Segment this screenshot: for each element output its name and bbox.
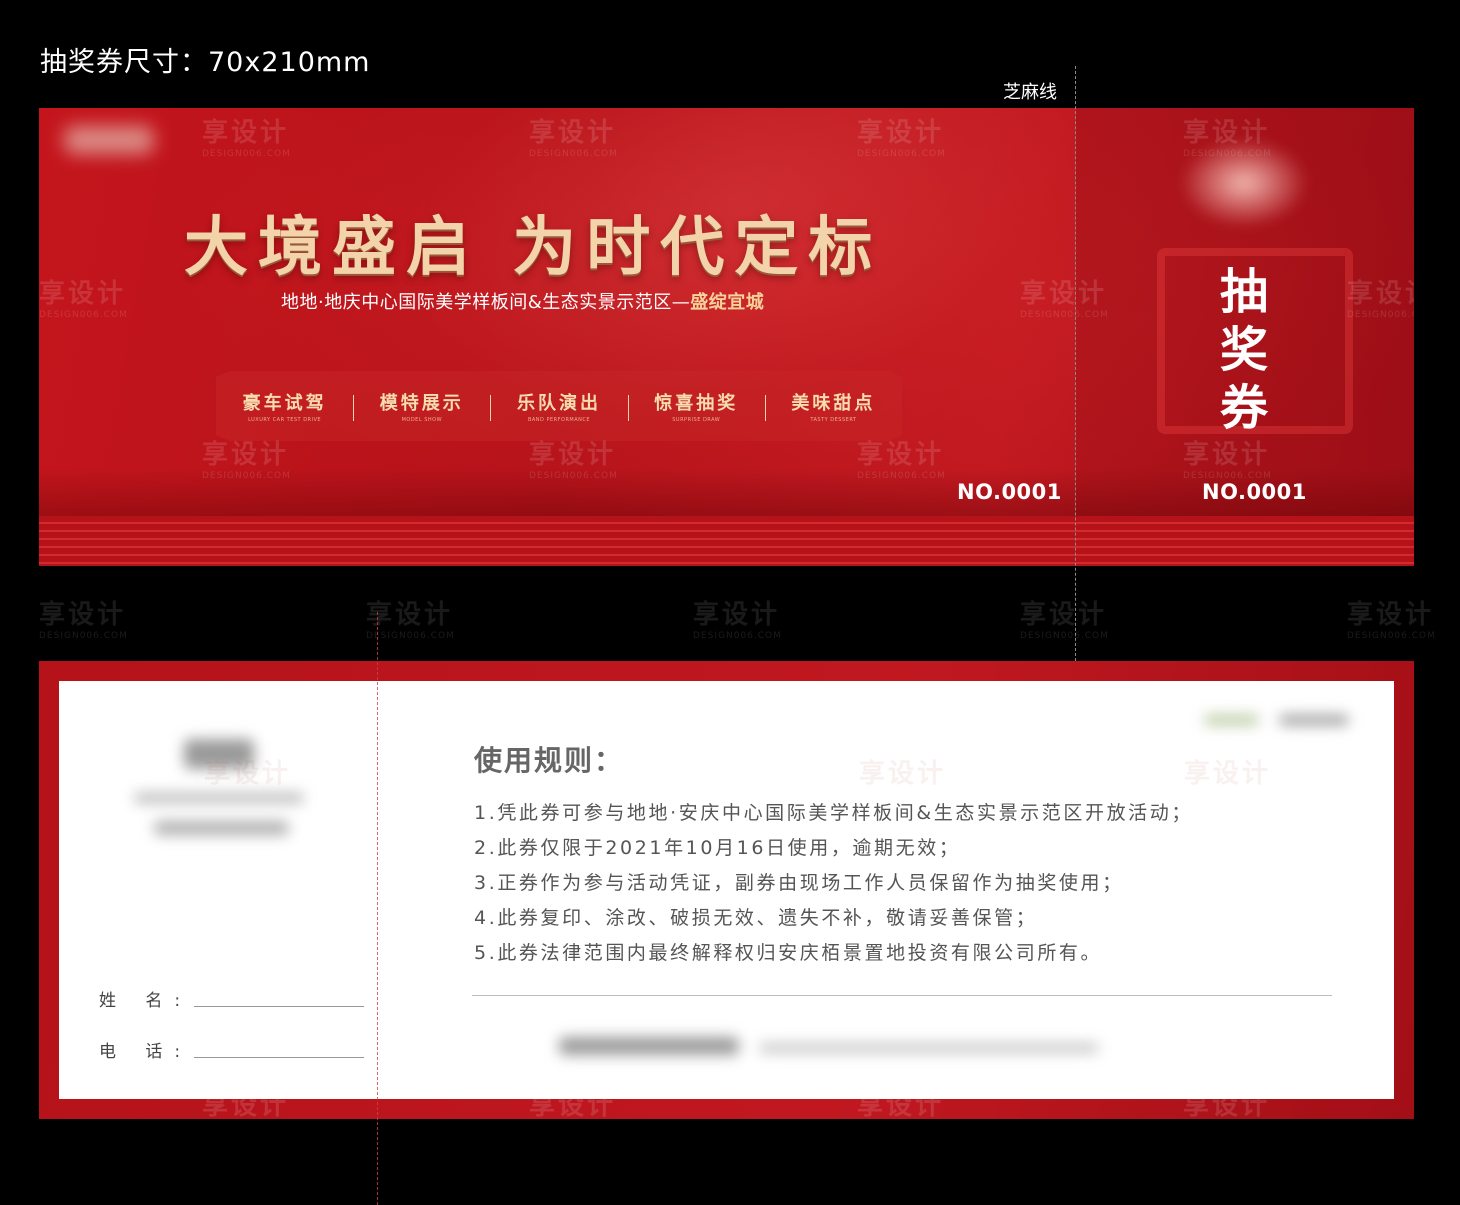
ticket-back: 姓 名: 电 话: 使用规则： 1.凭此券可参与地地·安庆中心国际美学样板间&生… bbox=[39, 661, 1414, 1119]
feature-bar: 豪车试驾 LUXURY CAR TEST DRIVE 模特展示 MODEL SH… bbox=[216, 371, 902, 441]
name-label: 姓 名: bbox=[99, 991, 193, 1011]
perforation-line-back bbox=[377, 612, 378, 1205]
name-input-line[interactable] bbox=[194, 1006, 365, 1007]
phone-input-line[interactable] bbox=[194, 1057, 365, 1058]
stub-title-char: 抽 bbox=[1219, 264, 1268, 320]
watermark: 享设计DESIGN006.COM bbox=[366, 600, 455, 641]
watermark: 享设计DESIGN006.COM bbox=[39, 600, 128, 641]
watermark: 享设计DESIGN006.COM bbox=[39, 279, 128, 320]
subheadline-main: 地地·地庆中心国际美学样板间&生态实景示范区— bbox=[281, 292, 691, 313]
back-right-logo-blurred bbox=[1204, 715, 1259, 725]
perforation-label: 芝麻线 bbox=[1003, 82, 1057, 103]
ticket-front: 大境盛启 为时代定标 地地·地庆中心国际美学样板间&生态实景示范区—盛绽宜城 豪… bbox=[39, 108, 1414, 566]
subheadline: 地地·地庆中心国际美学样板间&生态实景示范区—盛绽宜城 bbox=[281, 288, 764, 314]
rules-divider bbox=[472, 995, 1332, 996]
feature-sublabel: TASTY DESSERT bbox=[810, 417, 857, 423]
name-field[interactable]: 姓 名: bbox=[99, 986, 365, 1011]
back-logo-blurred bbox=[184, 739, 254, 769]
footer-brand-blurred bbox=[559, 1037, 739, 1055]
rule-item: 3.正券作为参与活动凭证，副券由现场工作人员保留作为抽奖使用； bbox=[474, 872, 1124, 894]
watermark: 享设计DESIGN006.COM bbox=[1347, 600, 1436, 641]
rule-item: 2.此券仅限于2021年10月16日使用，逾期无效； bbox=[474, 837, 961, 859]
phone-field[interactable]: 电 话: bbox=[99, 1037, 365, 1062]
rule-item: 4.此券复印、涂改、破损无效、遗失不补，敬请妥善保管； bbox=[474, 907, 1038, 929]
watermark: 享设计 bbox=[1184, 759, 1272, 789]
subheadline-accent: 盛绽宜城 bbox=[690, 292, 765, 313]
stub-title-char: 奖 bbox=[1219, 322, 1268, 378]
headline: 大境盛启 为时代定标 bbox=[184, 211, 883, 285]
feature-item: 模特展示 MODEL SHOW bbox=[353, 389, 490, 423]
stage-floor-stripes bbox=[39, 516, 1414, 566]
feature-item: 豪车试驾 LUXURY CAR TEST DRIVE bbox=[216, 389, 353, 423]
phone-label: 电 话: bbox=[99, 1042, 193, 1062]
feature-sublabel: LUXURY CAR TEST DRIVE bbox=[248, 417, 322, 423]
feature-label: 美味甜点 bbox=[791, 393, 876, 414]
stub-title: 抽 奖 券 bbox=[1219, 263, 1269, 437]
feature-item: 乐队演出 BAND PERFORMANCE bbox=[490, 389, 627, 423]
back-tagline-blurred bbox=[134, 793, 304, 803]
ticket-size-label: 抽奖券尺寸：70x210mm bbox=[40, 47, 371, 78]
feature-label: 豪车试驾 bbox=[242, 393, 327, 414]
rule-item: 1.凭此券可参与地地·安庆中心国际美学样板间&生态实景示范区开放活动； bbox=[474, 802, 1193, 824]
rule-item: 5.此券法律范围内最终解释权归安庆栢景置地投资有限公司所有。 bbox=[474, 942, 1103, 964]
feature-label: 模特展示 bbox=[379, 393, 464, 414]
feature-item: 惊喜抽奖 SURPRISE DRAW bbox=[627, 389, 765, 423]
watermark: 享设计 bbox=[859, 759, 947, 789]
serial-number-main: NO.0001 bbox=[957, 480, 1062, 504]
stub-logo-blurred bbox=[1179, 138, 1309, 228]
serial-number-stub: NO.0001 bbox=[1202, 480, 1307, 504]
footer-disclaimer-blurred bbox=[759, 1043, 1099, 1053]
watermark: 享设计DESIGN006.COM bbox=[693, 600, 782, 641]
back-right-logo-text-blurred bbox=[1279, 715, 1349, 725]
feature-item: 美味甜点 TASTY DESSERT bbox=[764, 389, 902, 423]
back-hotline-blurred bbox=[154, 821, 289, 835]
perforation-line-front bbox=[1075, 66, 1076, 661]
watermark: 享设计DESIGN006.COM bbox=[202, 118, 291, 159]
feature-sublabel: BAND PERFORMANCE bbox=[527, 417, 591, 423]
feature-sublabel: SURPRISE DRAW bbox=[672, 417, 721, 423]
watermark: 享设计DESIGN006.COM bbox=[1020, 600, 1109, 641]
feature-sublabel: MODEL SHOW bbox=[401, 417, 443, 423]
rules-title: 使用规则： bbox=[474, 744, 625, 777]
rules-list: 1.凭此券可参与地地·安庆中心国际美学样板间&生态实景示范区开放活动； 2.此券… bbox=[474, 796, 1193, 971]
back-card: 姓 名: 电 话: 使用规则： 1.凭此券可参与地地·安庆中心国际美学样板间&生… bbox=[59, 681, 1394, 1099]
feature-label: 乐队演出 bbox=[517, 393, 601, 414]
stub-title-char: 券 bbox=[1219, 380, 1268, 436]
brand-logo-blurred bbox=[64, 126, 154, 154]
feature-label: 惊喜抽奖 bbox=[654, 393, 739, 414]
